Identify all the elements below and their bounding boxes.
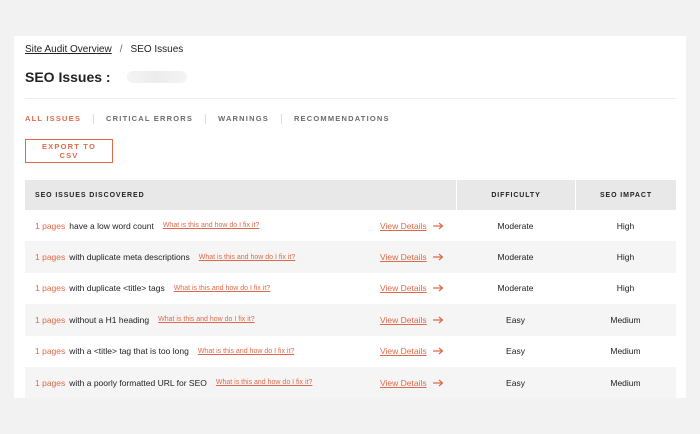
arrow-right-icon	[432, 316, 444, 324]
tab-recommendations[interactable]: RECOMMENDATIONS	[280, 114, 402, 124]
difficulty-cell: Moderate	[497, 252, 534, 263]
impact-cell: High	[616, 220, 635, 231]
impact-cell: Medium	[610, 377, 641, 388]
help-link[interactable]: What is this and how do I fix it?	[198, 348, 295, 355]
view-details-link[interactable]: View Details	[380, 210, 444, 241]
table-row: 1 pages with duplicate <title> tags What…	[25, 273, 676, 304]
title-divider	[25, 98, 676, 99]
page-title: SEO Issues :	[25, 69, 111, 85]
arrow-right-icon	[432, 253, 444, 261]
issue-cell: 1 pages with duplicate <title> tags What…	[25, 273, 456, 304]
difficulty-cell: Easy	[506, 377, 525, 388]
issue-description: have a low word count	[69, 220, 154, 231]
header-impact: SEO IMPACT	[575, 180, 676, 210]
site-name-placeholder	[126, 71, 187, 83]
impact-cell: Medium	[610, 314, 641, 325]
arrow-right-icon	[432, 222, 444, 230]
export-csv-button[interactable]: EXPORT TO CSV	[25, 139, 113, 163]
table-row: 1 pages have a low word count What is th…	[25, 210, 676, 241]
header-difficulty: DIFFICULTY	[456, 180, 575, 210]
view-details-label: View Details	[380, 314, 427, 325]
issue-description: with a poorly formatted URL for SEO	[69, 377, 207, 388]
tab-all-issues[interactable]: ALL ISSUES	[25, 114, 93, 124]
help-link[interactable]: What is this and how do I fix it?	[174, 285, 271, 292]
seo-issues-card: Site Audit Overview / SEO Issues SEO Iss…	[14, 36, 686, 399]
issue-description: without a H1 heading	[69, 314, 150, 325]
issue-cell: 1 pages with a <title> tag that is too l…	[25, 336, 456, 367]
breadcrumb-current: SEO Issues	[130, 44, 184, 55]
issue-description: with duplicate <title> tags	[69, 283, 165, 294]
page-count-link[interactable]: 1 pages	[35, 283, 65, 293]
view-details-link[interactable]: View Details	[380, 304, 444, 335]
impact-cell: High	[616, 252, 635, 263]
impact-cell: High	[616, 283, 635, 294]
help-link[interactable]: What is this and how do I fix it?	[158, 316, 255, 323]
title-row: SEO Issues :	[25, 69, 187, 85]
tab-critical-errors[interactable]: CRITICAL ERRORS	[93, 114, 205, 124]
difficulty-cell: Moderate	[497, 220, 534, 231]
table-row: 1 pages without a H1 heading What is thi…	[25, 304, 676, 336]
difficulty-cell: Easy	[506, 346, 525, 357]
issue-cell: 1 pages have a low word count What is th…	[25, 210, 456, 241]
table-row: 1 pages with a poorly formatted URL for …	[25, 366, 676, 399]
issue-tabs: ALL ISSUES CRITICAL ERRORS WARNINGS RECO…	[25, 114, 402, 124]
view-details-link[interactable]: View Details	[380, 273, 444, 304]
breadcrumb-site-audit-link[interactable]: Site Audit Overview	[25, 44, 112, 55]
view-details-link[interactable]: View Details	[380, 241, 444, 272]
view-details-label: View Details	[380, 377, 427, 388]
issue-description: with duplicate meta descriptions	[69, 252, 190, 263]
breadcrumb-separator: /	[119, 44, 123, 55]
page-count-link[interactable]: 1 pages	[35, 252, 65, 262]
view-details-label: View Details	[380, 283, 427, 294]
view-details-link[interactable]: View Details	[380, 336, 444, 367]
header-issues: SEO ISSUES DISCOVERED	[35, 191, 145, 199]
arrow-right-icon	[432, 347, 444, 355]
issue-cell: 1 pages with a poorly formatted URL for …	[25, 367, 456, 398]
page-count-link[interactable]: 1 pages	[35, 315, 65, 325]
impact-cell: Medium	[610, 346, 641, 357]
issue-description: with a <title> tag that is too long	[69, 346, 189, 357]
table-header: SEO ISSUES DISCOVERED DIFFICULTY SEO IMP…	[25, 180, 676, 210]
help-link[interactable]: What is this and how do I fix it?	[216, 379, 313, 386]
arrow-right-icon	[432, 285, 444, 292]
breadcrumb: Site Audit Overview / SEO Issues	[25, 44, 183, 55]
view-details-label: View Details	[380, 220, 427, 231]
table-row: 1 pages with duplicate meta descriptions…	[25, 241, 676, 273]
page-count-link[interactable]: 1 pages	[35, 221, 65, 231]
tab-warnings[interactable]: WARNINGS	[205, 114, 281, 124]
help-link[interactable]: What is this and how do I fix it?	[199, 254, 296, 261]
view-details-label: View Details	[380, 346, 427, 357]
page-count-link[interactable]: 1 pages	[35, 346, 65, 356]
difficulty-cell: Moderate	[497, 283, 534, 294]
view-details-link[interactable]: View Details	[380, 367, 444, 398]
difficulty-cell: Easy	[506, 314, 525, 325]
help-link[interactable]: What is this and how do I fix it?	[163, 222, 260, 229]
arrow-right-icon	[432, 379, 444, 387]
table-row: 1 pages with a <title> tag that is too l…	[25, 336, 676, 367]
issue-cell: 1 pages without a H1 heading What is thi…	[25, 304, 456, 335]
issue-cell: 1 pages with duplicate meta descriptions…	[25, 241, 456, 272]
page-count-link[interactable]: 1 pages	[35, 378, 65, 388]
seo-issues-table: SEO ISSUES DISCOVERED DIFFICULTY SEO IMP…	[25, 180, 676, 399]
view-details-label: View Details	[380, 252, 427, 263]
